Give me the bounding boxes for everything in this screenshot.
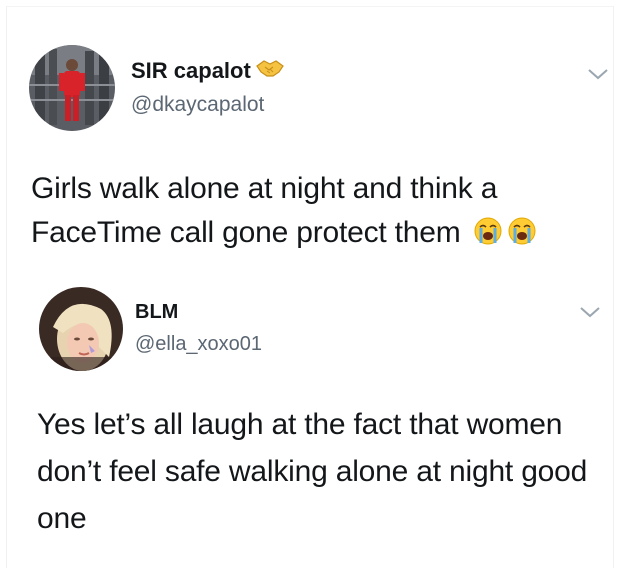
user-handle[interactable]: @ella_xoxo01	[135, 333, 262, 356]
screenshot-frame: SIR capalot @dkaycapalot Girls walk alon…	[6, 6, 614, 568]
chevron-down-icon[interactable]	[587, 67, 609, 81]
handshake-icon	[255, 57, 285, 85]
chevron-down-icon[interactable]	[579, 305, 601, 319]
loudly-crying-face-icon	[473, 215, 503, 245]
avatar[interactable]	[39, 287, 123, 371]
tweet-text: Yes let’s all laugh at the fact that wom…	[37, 401, 607, 542]
tweet-body: Girls walk alone at night and think a Fa…	[31, 172, 498, 249]
avatar[interactable]	[29, 45, 115, 131]
tweet-text: Girls walk alone at night and think a Fa…	[31, 167, 611, 255]
display-name[interactable]: SIR capalot	[131, 58, 251, 84]
loudly-crying-face-icon	[507, 215, 537, 245]
tweet-body: Yes let’s all laugh at the fact that wom…	[37, 408, 588, 535]
display-name[interactable]: BLM	[135, 301, 178, 324]
display-name-row[interactable]: SIR capalot	[131, 57, 285, 85]
display-name-row[interactable]: BLM	[135, 301, 178, 324]
user-handle[interactable]: @dkaycapalot	[131, 93, 264, 117]
